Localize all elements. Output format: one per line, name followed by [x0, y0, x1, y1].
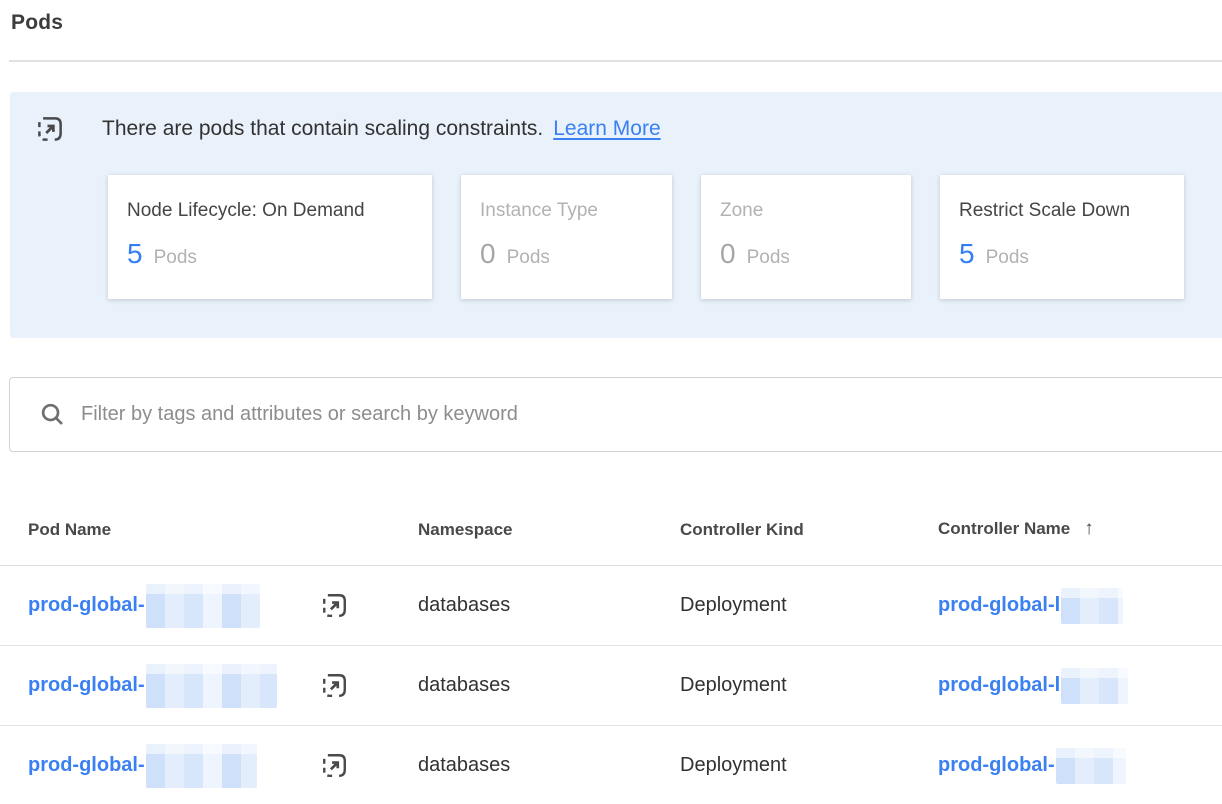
controller-kind-cell: Deployment [680, 594, 938, 617]
controller-kind-cell: Deployment [680, 674, 938, 697]
scale-up-icon[interactable] [320, 591, 349, 620]
scale-up-icon[interactable] [320, 751, 349, 780]
card-count: 0 [480, 237, 496, 271]
card-count-row: 5 Pods [959, 237, 1164, 271]
card-unit: Pods [986, 247, 1029, 269]
column-header-controller-name[interactable]: Controller Name ↑ [938, 518, 1222, 565]
card-zone[interactable]: Zone 0 Pods [701, 175, 911, 299]
redacted-pod-name [146, 664, 277, 708]
page-title: Pods [11, 9, 1222, 36]
namespace-cell: databases [418, 674, 680, 697]
card-count-row: 0 Pods [720, 237, 891, 271]
column-header-controller-kind[interactable]: Controller Kind [680, 520, 938, 565]
card-count: 5 [959, 237, 975, 271]
controller-name-link[interactable]: prod-global- [938, 754, 1055, 777]
pod-name-link[interactable]: prod-global- [28, 754, 145, 777]
card-count: 5 [127, 237, 143, 271]
redacted-controller-name [1056, 748, 1126, 784]
card-title: Instance Type [480, 200, 652, 222]
title-divider [9, 60, 1222, 62]
pod-name-cell: prod-global- [28, 646, 418, 725]
redacted-pod-name [146, 744, 257, 788]
sort-ascending-icon[interactable]: ↑ [1084, 518, 1094, 540]
search-icon [39, 401, 66, 428]
filter-input[interactable] [81, 403, 1222, 426]
card-title: Node Lifecycle: On Demand [127, 200, 412, 222]
redacted-pod-name [146, 584, 260, 628]
column-header-namespace[interactable]: Namespace [418, 520, 680, 565]
pod-name-cell: prod-global- [28, 726, 418, 804]
card-unit: Pods [154, 247, 197, 269]
card-restrict-scale-down[interactable]: Restrict Scale Down 5 Pods [940, 175, 1184, 299]
card-count-row: 0 Pods [480, 237, 652, 271]
table-row: prod-global- databases Deployment prod-g… [0, 726, 1222, 804]
controller-name-cell: prod-global-l [938, 668, 1222, 704]
table-row: prod-global- databases Deployment prod-g… [0, 646, 1222, 726]
card-instance-type[interactable]: Instance Type 0 Pods [461, 175, 672, 299]
scale-up-icon [35, 114, 65, 144]
card-unit: Pods [747, 247, 790, 269]
scaling-constraints-banner: There are pods that contain scaling cons… [10, 92, 1222, 338]
controller-name-cell: prod-global-l [938, 588, 1222, 624]
learn-more-link[interactable]: Learn More [553, 114, 660, 144]
pod-name-link[interactable]: prod-global- [28, 674, 145, 697]
controller-name-cell: prod-global- [938, 748, 1222, 784]
card-count-row: 5 Pods [127, 237, 412, 271]
pod-name-cell: prod-global- [28, 566, 418, 645]
column-header-pod-name[interactable]: Pod Name [28, 520, 418, 565]
pod-name-link[interactable]: prod-global- [28, 594, 145, 617]
banner-header: There are pods that contain scaling cons… [10, 92, 1222, 144]
table-header: Pod Name Namespace Controller Kind Contr… [0, 452, 1222, 566]
namespace-cell: databases [418, 754, 680, 777]
filter-bar [9, 377, 1222, 452]
table-row: prod-global- databases Deployment prod-g… [0, 566, 1222, 646]
controller-name-link[interactable]: prod-global-l [938, 674, 1060, 697]
namespace-cell: databases [418, 594, 680, 617]
controller-name-link[interactable]: prod-global-l [938, 594, 1060, 617]
pods-page: Pods There are pods that contain scaling… [0, 9, 1222, 804]
card-node-lifecycle[interactable]: Node Lifecycle: On Demand 5 Pods [108, 175, 432, 299]
redacted-controller-name [1061, 588, 1123, 624]
controller-kind-cell: Deployment [680, 754, 938, 777]
redacted-controller-name [1061, 668, 1128, 704]
card-title: Zone [720, 200, 891, 222]
card-count: 0 [720, 237, 736, 271]
scale-up-icon[interactable] [320, 671, 349, 700]
constraint-cards: Node Lifecycle: On Demand 5 Pods Instanc… [108, 175, 1222, 299]
banner-message: There are pods that contain scaling cons… [102, 114, 543, 144]
card-title: Restrict Scale Down [959, 200, 1164, 222]
card-unit: Pods [507, 247, 550, 269]
